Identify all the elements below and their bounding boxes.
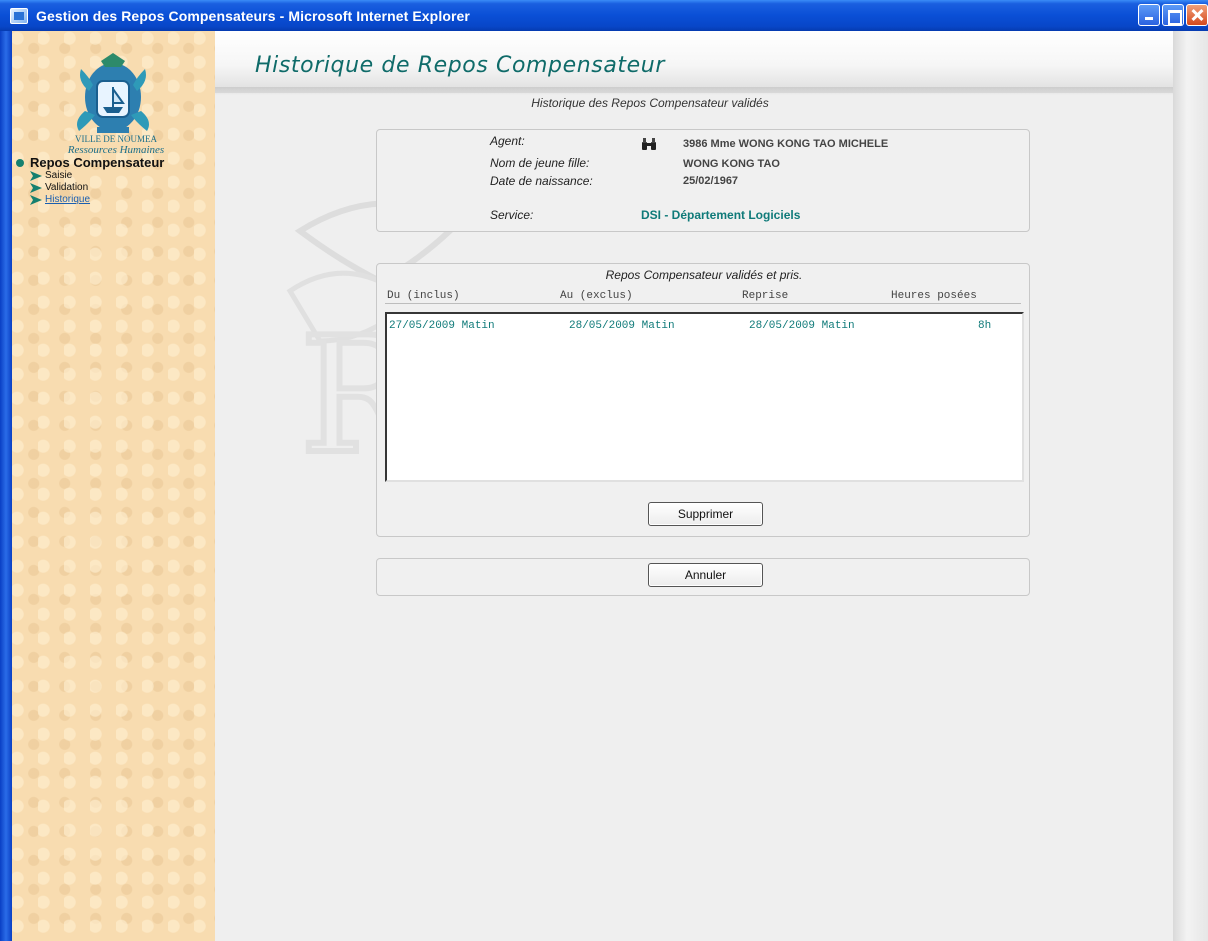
window-title-bar[interactable]: Gestion des Repos Compensateurs - Micros… — [0, 0, 1208, 31]
column-header-reprise: Reprise — [742, 290, 789, 302]
close-button[interactable] — [1186, 4, 1208, 26]
delete-button[interactable]: Supprimer — [648, 502, 763, 526]
row-du: 27/05/2009 Matin — [389, 320, 495, 332]
sidebar-item-validation[interactable]: Validation — [30, 182, 164, 194]
bullet-icon — [16, 158, 24, 167]
list-title: Repos Compensateur validés et pris. — [605, 268, 803, 282]
sidebar-item-label: Saisie — [45, 170, 73, 181]
window-frame-left — [0, 31, 12, 941]
main-content: Historique de Repos Compensateur R Histo… — [215, 31, 1208, 941]
maiden-name-label: Nom de jeune fille: — [490, 156, 590, 170]
logo-city-name: VILLE DE NOUMEA — [75, 134, 157, 144]
row-reprise: 28/05/2009 Matin — [749, 320, 855, 332]
binoculars-icon[interactable] — [642, 138, 656, 150]
row-heures: 8h — [978, 320, 992, 332]
column-header-du: Du (inclus) — [387, 290, 460, 302]
maximize-button[interactable] — [1162, 4, 1184, 26]
window-title: Gestion des Repos Compensateurs - Micros… — [36, 7, 470, 24]
sidebar-item-label: Validation — [45, 182, 89, 193]
logo-caption: VILLE DE NOUMEA Ressources Humaines — [16, 134, 216, 156]
city-coat-of-arms-logo — [77, 53, 149, 133]
list-item[interactable]: 27/05/2009 Matin 28/05/2009 Matin 28/05/… — [387, 320, 1022, 334]
agent-label: Agent: — [490, 134, 525, 148]
list-column-headers: Du (inclus) Au (exclus) Reprise Heures p… — [385, 286, 1021, 304]
service-label: Service: — [490, 208, 534, 222]
page-title: Historique de Repos Compensateur — [255, 53, 665, 78]
row-au: 28/05/2009 Matin — [569, 320, 675, 332]
column-header-heures: Heures posées — [891, 290, 977, 302]
maiden-name-value: WONG KONG TAO — [683, 158, 780, 170]
sidebar-item-saisie[interactable]: Saisie — [30, 170, 164, 182]
minimize-button[interactable] — [1138, 4, 1160, 26]
agent-info-panel: Agent: 3986 Mme WONG KONG TAO MICHELE No… — [376, 129, 1030, 232]
arrow-right-icon — [30, 195, 42, 205]
header-shadow — [215, 87, 1208, 95]
section-subtitle: Historique des Repos Compensateur validé… — [531, 96, 769, 110]
birth-date-value: 25/02/1967 — [683, 175, 739, 187]
sidebar-nav: Repos Compensateur Saisie Validation His… — [16, 155, 164, 206]
sidebar-section-label: Repos Compensateur — [30, 155, 165, 170]
arrow-right-icon — [30, 183, 42, 193]
arrow-right-icon — [30, 171, 42, 181]
agent-value: 3986 Mme WONG KONG TAO MICHELE — [683, 138, 889, 150]
sidebar-item-label: Historique — [45, 194, 91, 205]
sidebar-item-historique[interactable]: Historique — [30, 194, 164, 206]
cancel-panel: Annuler — [376, 558, 1030, 596]
window-controls — [1138, 4, 1208, 26]
internet-explorer-icon — [10, 7, 28, 24]
right-scroll-area — [1173, 31, 1208, 941]
page-header: Historique de Repos Compensateur — [215, 31, 1208, 95]
cancel-button[interactable]: Annuler — [648, 563, 763, 587]
column-header-au: Au (exclus) — [560, 290, 633, 302]
birth-date-label: Date de naissance: — [490, 174, 593, 188]
sidebar: VILLE DE NOUMEA Ressources Humaines Repo… — [12, 31, 215, 941]
service-value: DSI - Département Logiciels — [641, 208, 801, 222]
repos-list-panel: Repos Compensateur validés et pris. Du (… — [376, 263, 1030, 537]
repos-listbox[interactable]: 27/05/2009 Matin 28/05/2009 Matin 28/05/… — [385, 312, 1024, 482]
sidebar-section-repos[interactable]: Repos Compensateur — [16, 155, 164, 170]
